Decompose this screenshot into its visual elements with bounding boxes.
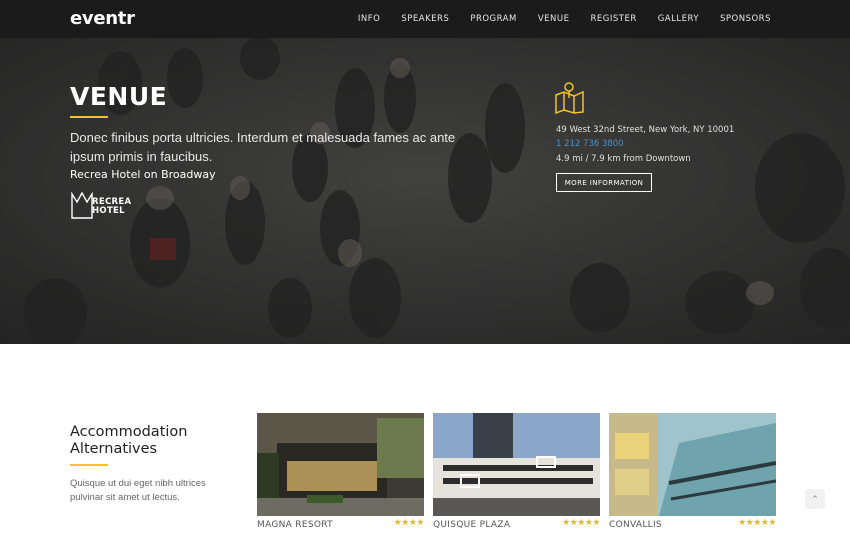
hotel-name-label: QUISQUE PLAZA <box>433 520 511 530</box>
venue-phone[interactable]: 1 212 736 3800 <box>556 139 624 149</box>
hotel-rating-stars: ★★★★★ <box>562 517 600 527</box>
scroll-to-top-button[interactable]: ⌃ <box>805 489 825 509</box>
nav-item-venue[interactable]: VENUE <box>538 14 570 24</box>
accommodation-title: Accommodation Alternatives <box>70 424 188 457</box>
nav-item-register[interactable]: REGISTER <box>590 14 636 24</box>
accommodation-underline <box>70 464 108 466</box>
accommodation-description: Quisque ut dui eget nibh ultrices pulvin… <box>70 478 206 503</box>
venue-hero: VENUE Donec finibus porta ultricies. Int… <box>0 38 850 344</box>
site-logo[interactable]: eventr <box>70 8 135 29</box>
hotel-name: Recrea Hotel on Broadway <box>70 168 216 181</box>
venue-description: Donec finibus porta ultricies. Interdum … <box>70 130 456 164</box>
nav-item-program[interactable]: PROGRAM <box>470 14 517 24</box>
chevron-up-icon: ⌃ <box>811 493 819 504</box>
hotel-rating-stars: ★★★★★ <box>738 517 776 527</box>
nav-item-info[interactable]: INFO <box>358 14 380 24</box>
hotel-photo-magna[interactable] <box>257 413 424 516</box>
more-information-button[interactable]: MORE INFORMATION <box>556 173 652 192</box>
venue-distance: 4.9 mi / 7.9 km from Downtown <box>556 154 691 164</box>
map-pin-icon <box>555 82 584 114</box>
nav-item-gallery[interactable]: GALLERY <box>658 14 699 24</box>
hotel-photo-convallis[interactable] <box>609 413 776 516</box>
hotel-card[interactable]: CONVALLIS ★★★★★ <box>609 413 776 534</box>
hotel-logo-text: RECREA HOTEL <box>92 198 131 216</box>
hotel-name-label: CONVALLIS <box>609 520 662 530</box>
nav-item-speakers[interactable]: SPEAKERS <box>401 14 449 24</box>
hotel-logo-line2: HOTEL <box>92 206 125 216</box>
title-underline <box>70 116 108 118</box>
hotel-photo-quisque[interactable] <box>433 413 600 516</box>
hotel-rating-stars: ★★★★ <box>393 517 425 527</box>
hotel-card[interactable]: MAGNA RESORT ★★★★ <box>257 413 425 534</box>
hotel-card[interactable]: QUISQUE PLAZA ★★★★★ <box>433 413 600 534</box>
hotel-name-label: MAGNA RESORT <box>257 520 333 530</box>
navbar: eventr INFO SPEAKERS PROGRAM VENUE REGIS… <box>0 0 850 38</box>
venue-address: 49 West 32nd Street, New York, NY 10001 <box>556 125 735 135</box>
main-nav: INFO SPEAKERS PROGRAM VENUE REGISTER GAL… <box>358 0 771 38</box>
venue-title: VENUE <box>70 82 168 111</box>
nav-item-sponsors[interactable]: SPONSORS <box>720 14 771 24</box>
